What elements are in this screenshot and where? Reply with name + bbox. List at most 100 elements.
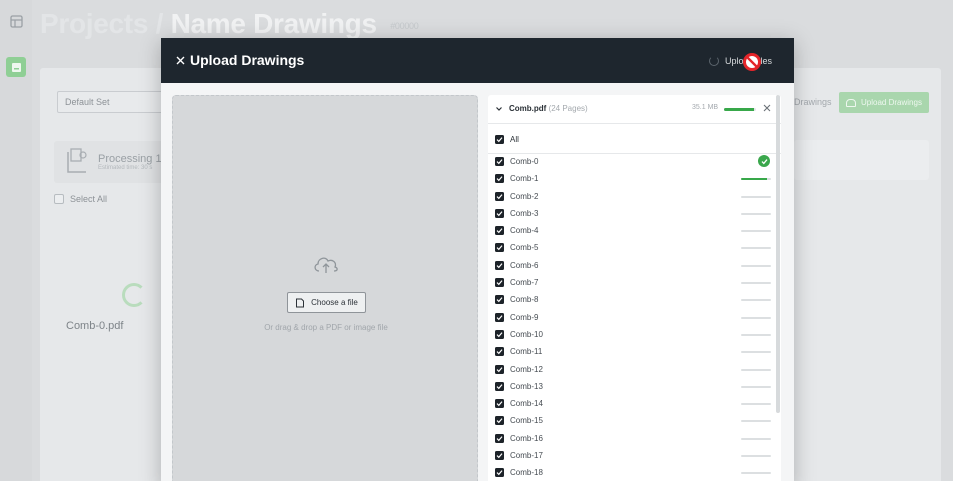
page-label: Comb-14: [510, 399, 543, 409]
page-row[interactable]: Comb-13: [488, 378, 781, 395]
page-checkbox[interactable]: [495, 329, 504, 339]
check-icon: [496, 349, 503, 355]
page-row[interactable]: Comb-16: [488, 430, 781, 447]
page-checkbox[interactable]: [495, 157, 504, 166]
select-all-checkbox[interactable]: [54, 194, 64, 204]
page-checkbox[interactable]: [495, 451, 504, 461]
page-progress-bar: [741, 178, 771, 181]
app-grid-icon[interactable]: [6, 11, 26, 31]
page-row[interactable]: Comb-10: [488, 326, 781, 343]
check-circle-icon: [758, 155, 770, 167]
page-checkbox[interactable]: [495, 312, 504, 322]
select-all[interactable]: Select All: [54, 194, 107, 204]
page-row[interactable]: Comb-4: [488, 222, 781, 239]
page-row[interactable]: Comb-9: [488, 309, 781, 326]
page-label: Comb-13: [510, 381, 543, 391]
dropzone[interactable]: Choose a file Or drag & drop a PDF or im…: [172, 95, 478, 481]
file-card-label[interactable]: Comb-0.pdf: [66, 320, 123, 332]
breadcrumb: Projects / Name Drawings #00000: [40, 8, 419, 40]
page-checkbox[interactable]: [495, 399, 504, 409]
page-progress-bar: [741, 212, 771, 215]
check-icon: [496, 401, 503, 407]
file-name: Comb.pdf (24 Pages): [509, 104, 588, 113]
page-label: Comb-6: [510, 260, 539, 270]
page-progress-bar: [741, 455, 771, 458]
page-row[interactable]: Comb-6: [488, 257, 781, 274]
check-icon: [496, 137, 503, 143]
dropzone-hint: Or drag & drop a PDF or image file: [264, 323, 388, 332]
page-checkbox[interactable]: [495, 174, 504, 184]
check-icon: [496, 453, 503, 459]
page-row[interactable]: Comb-8: [488, 291, 781, 308]
page-label: Comb-0: [510, 157, 539, 166]
check-icon: [496, 332, 503, 338]
file-progress-fill: [724, 108, 755, 111]
spinner-icon: [122, 283, 146, 307]
page-row[interactable]: Comb-1: [488, 170, 781, 187]
page-row[interactable]: Comb-14: [488, 395, 781, 412]
page-label: Comb-17: [510, 451, 543, 461]
all-label: All: [510, 135, 519, 144]
check-icon: [496, 193, 503, 199]
page-checkbox[interactable]: [495, 260, 504, 270]
page-checkbox[interactable]: [495, 381, 504, 391]
close-icon[interactable]: [173, 53, 187, 67]
processing-title: Processing 1 /: [98, 153, 168, 165]
upload-files-button[interactable]: Upload files: [709, 53, 772, 69]
page-label: Comb-8: [510, 295, 539, 305]
page-checkbox[interactable]: [495, 364, 504, 374]
drawings-link[interactable]: Drawings: [794, 97, 832, 107]
remove-file-icon[interactable]: [762, 103, 772, 113]
drawings-icon[interactable]: [6, 57, 26, 77]
check-icon: [496, 262, 503, 269]
page-checkbox[interactable]: [495, 208, 504, 218]
breadcrumb-parent[interactable]: Projects: [40, 8, 148, 39]
choose-file-button[interactable]: Choose a file: [287, 292, 366, 313]
page-progress-bar: [741, 282, 771, 285]
page-label: Comb-3: [510, 208, 539, 218]
page-row[interactable]: Comb-17: [488, 447, 781, 464]
cloud-upload-icon: [846, 98, 857, 107]
page-progress-bar: [741, 264, 771, 267]
page-row[interactable]: Comb-3: [488, 205, 781, 222]
page-checkbox[interactable]: [495, 416, 504, 426]
chevron-down-icon[interactable]: [495, 105, 503, 113]
page-checkbox[interactable]: [495, 468, 504, 478]
page-label: Comb-5: [510, 243, 539, 253]
check-icon: [496, 435, 503, 442]
set-select[interactable]: Default Set: [57, 91, 167, 113]
all-checkbox[interactable]: [495, 135, 504, 144]
page-checkbox[interactable]: [495, 278, 504, 288]
page-row[interactable]: Comb-5: [488, 239, 781, 256]
page-label: Comb-15: [510, 416, 543, 426]
processing-card: Processing 1 / Estimated time: 30 s: [54, 141, 169, 183]
check-icon: [496, 228, 503, 234]
upload-drawings-button[interactable]: Upload Drawings: [839, 92, 929, 113]
file-size: 35.1 MB: [692, 104, 719, 111]
upload-drawings-button-label: Upload Drawings: [861, 98, 922, 107]
page-row[interactable]: Comb-0: [488, 153, 781, 170]
page-row[interactable]: Comb-7: [488, 274, 781, 291]
page-checkbox[interactable]: [495, 433, 504, 443]
page-checkbox[interactable]: [495, 295, 504, 305]
choose-file-label: Choose a file: [311, 298, 358, 307]
breadcrumb-separator: /: [155, 8, 164, 39]
check-icon: [496, 297, 503, 303]
page-label: Comb-11: [510, 347, 543, 357]
all-pages-row[interactable]: All: [488, 125, 781, 154]
page-row[interactable]: Comb-18: [488, 464, 781, 481]
page-checkbox[interactable]: [495, 243, 504, 253]
page-row[interactable]: Comb-2: [488, 188, 781, 205]
page-checkbox[interactable]: [495, 347, 504, 357]
page-progress-bar: [741, 385, 771, 388]
page-row[interactable]: Comb-15: [488, 412, 781, 429]
page-list-scrollbar[interactable]: [776, 95, 780, 413]
page-progress-bar: [741, 333, 771, 336]
check-icon: [496, 159, 503, 165]
page-label: Comb-18: [510, 468, 543, 478]
page-row[interactable]: Comb-12: [488, 361, 781, 378]
page-row[interactable]: Comb-11: [488, 343, 781, 360]
page-progress-fill: [741, 178, 767, 181]
page-checkbox[interactable]: [495, 191, 504, 201]
page-checkbox[interactable]: [495, 226, 504, 236]
